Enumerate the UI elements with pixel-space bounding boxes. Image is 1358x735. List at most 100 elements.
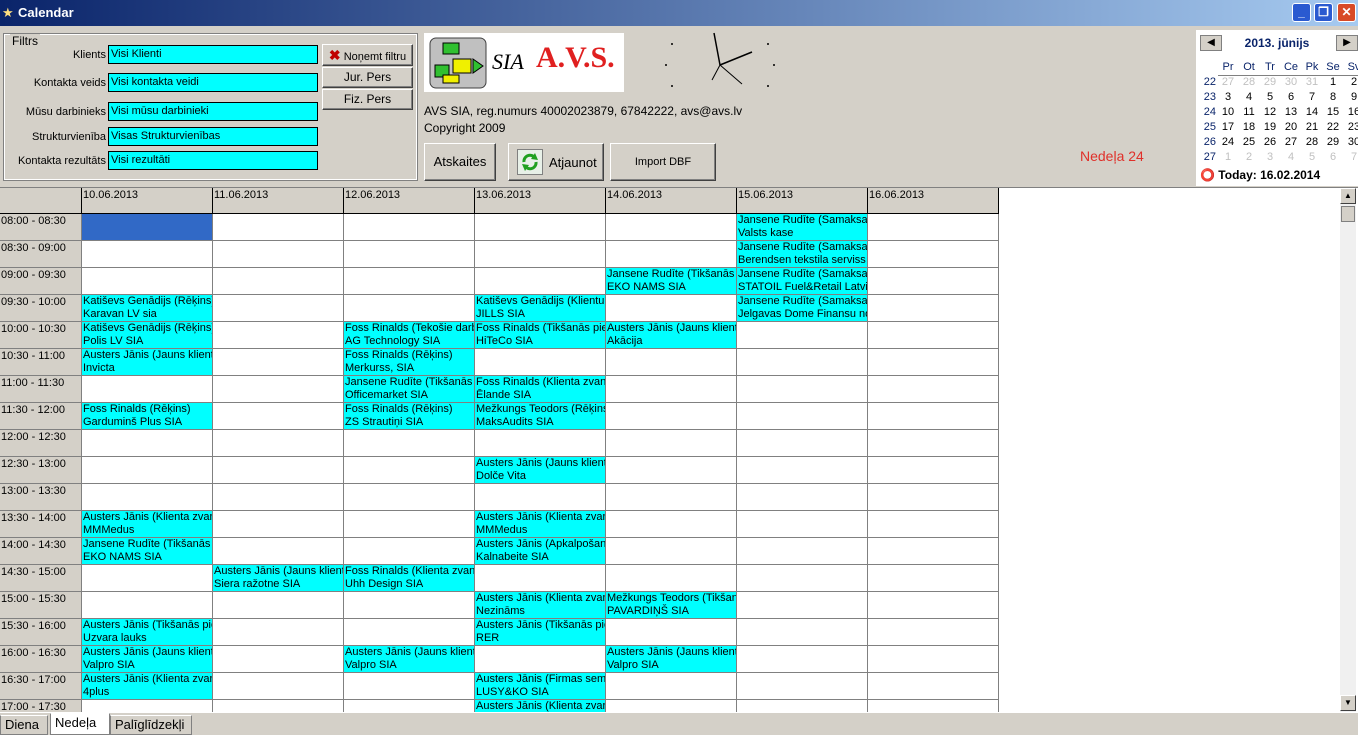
grid-cell[interactable] [606, 430, 737, 457]
day-column-header[interactable]: 10.06.2013 [82, 188, 213, 214]
grid-cell[interactable] [213, 403, 344, 430]
grid-cell[interactable] [737, 457, 868, 484]
grid-cell[interactable] [213, 241, 344, 268]
grid-cell[interactable] [475, 214, 606, 241]
grid-cell[interactable] [475, 484, 606, 511]
calendar-day[interactable]: 1 [1323, 76, 1343, 88]
calendar-day[interactable]: 1 [1218, 151, 1238, 163]
grid-cell[interactable] [344, 700, 475, 712]
grid-cell[interactable] [344, 241, 475, 268]
grid-cell[interactable] [475, 241, 606, 268]
grid-cell[interactable] [82, 700, 213, 712]
grid-cell[interactable] [868, 484, 999, 511]
calendar-event[interactable]: Austers Jānis (Jauns klients Dolče Vita [475, 457, 606, 484]
grid-cell[interactable] [737, 511, 868, 538]
grid-cell[interactable] [213, 619, 344, 646]
calendar-day[interactable]: 9 [1344, 91, 1358, 103]
calendar-event[interactable]: Austers Jānis (Firmas semin LUSY&KO SIA [475, 673, 606, 700]
grid-cell[interactable] [868, 646, 999, 673]
grid-cell[interactable] [737, 700, 868, 712]
grid-cell[interactable] [737, 565, 868, 592]
calendar-day[interactable]: 3 [1260, 151, 1280, 163]
grid-cell[interactable] [737, 376, 868, 403]
calendar-day[interactable]: 4 [1239, 91, 1259, 103]
calendar-day[interactable]: 12 [1260, 106, 1280, 118]
grid-cell[interactable] [344, 538, 475, 565]
calendar-event[interactable]: Jansene Rudīte (Tikšanās p Officemarket S… [344, 376, 475, 403]
reports-button[interactable]: Atskaites [424, 143, 496, 181]
grid-cell[interactable] [606, 376, 737, 403]
calendar-event[interactable]: Foss Rinalds (Tekošie darbi AG Technology… [344, 322, 475, 349]
grid-cell[interactable] [344, 457, 475, 484]
calendar-day[interactable]: 6 [1281, 91, 1301, 103]
calendar-event[interactable]: Jansene Rudīte (Tikšanās p EKO NAMS SIA [606, 268, 737, 295]
grid-cell[interactable] [606, 511, 737, 538]
grid-cell[interactable] [344, 268, 475, 295]
calendar-day[interactable]: 11 [1239, 106, 1259, 118]
grid-cell[interactable] [606, 349, 737, 376]
grid-cell[interactable] [868, 403, 999, 430]
grid-cell[interactable] [606, 619, 737, 646]
grid-cell[interactable] [606, 538, 737, 565]
tab-week[interactable]: Nedeļa [50, 713, 110, 735]
grid-cell[interactable] [737, 403, 868, 430]
grid-cell[interactable] [737, 646, 868, 673]
grid-cell[interactable] [213, 322, 344, 349]
grid-cell[interactable] [868, 376, 999, 403]
tab-tools[interactable]: Palīglīdzekļi [110, 715, 192, 735]
calendar-event[interactable]: Foss Rinalds (Klienta zvans Ēlande SIA [475, 376, 606, 403]
grid-cell[interactable] [868, 349, 999, 376]
grid-cell[interactable] [868, 619, 999, 646]
grid-cell[interactable] [213, 673, 344, 700]
calendar-day[interactable]: 5 [1260, 91, 1280, 103]
calendar-event[interactable]: Mežkungs Teodors (Rēķins MaksAudits SIA [475, 403, 606, 430]
filter-employee-field[interactable]: Visi mūsu darbinieki [108, 102, 318, 121]
grid-cell[interactable] [213, 457, 344, 484]
grid-cell[interactable] [344, 295, 475, 322]
grid-cell[interactable] [475, 349, 606, 376]
grid-cell[interactable] [82, 268, 213, 295]
grid-cell[interactable] [213, 214, 344, 241]
scroll-down-button[interactable]: ▼ [1340, 695, 1356, 711]
grid-cell[interactable] [868, 295, 999, 322]
calendar-event[interactable]: Austers Jānis (Tikšanās pie RER [475, 619, 606, 646]
day-column-header[interactable]: 12.06.2013 [344, 188, 475, 214]
calendar-day[interactable]: 5 [1302, 151, 1322, 163]
grid-cell[interactable] [868, 673, 999, 700]
grid-cell[interactable] [475, 430, 606, 457]
calendar-day[interactable]: 3 [1218, 91, 1238, 103]
grid-cell[interactable] [606, 700, 737, 712]
calendar-day[interactable]: 21 [1302, 121, 1322, 133]
grid-cell[interactable] [606, 295, 737, 322]
grid-cell[interactable] [82, 457, 213, 484]
grid-cell[interactable] [868, 511, 999, 538]
grid-cell[interactable] [737, 430, 868, 457]
grid-cell[interactable] [82, 241, 213, 268]
minimize-button[interactable]: _ [1292, 3, 1311, 22]
calendar-event[interactable]: Mežkungs Teodors (Tikšan PAVARDIŅŠ SIA [606, 592, 737, 619]
calendar-day[interactable]: 19 [1260, 121, 1280, 133]
calendar-day[interactable]: 29 [1260, 76, 1280, 88]
calendar-day[interactable]: 30 [1281, 76, 1301, 88]
calendar-day[interactable]: 15 [1323, 106, 1343, 118]
calendar-day[interactable]: 8 [1323, 91, 1343, 103]
grid-cell[interactable] [82, 565, 213, 592]
calendar-day[interactable]: 22 [1323, 121, 1343, 133]
grid-cell[interactable] [213, 538, 344, 565]
grid-cell[interactable] [606, 484, 737, 511]
calendar-event[interactable]: Austers Jānis (Jauns klients Invicta [82, 349, 213, 376]
calendar-day[interactable]: 10 [1218, 106, 1238, 118]
calendar-day[interactable]: 2 [1239, 151, 1259, 163]
calendar-event[interactable]: Foss Rinalds (Rēķins) ZS Strautiņi SIA [344, 403, 475, 430]
grid-cell[interactable] [344, 484, 475, 511]
grid-cell[interactable] [213, 349, 344, 376]
calendar-event[interactable]: Austers Jānis (Apkalpošana Kalnabeite SIA [475, 538, 606, 565]
vertical-scrollbar[interactable]: ▲ ▼ [1340, 188, 1356, 712]
calendar-event[interactable]: Austers Jānis (Klienta zvans Nezināms [475, 592, 606, 619]
grid-cell[interactable] [737, 538, 868, 565]
jur-pers-button[interactable]: Jur. Pers [322, 67, 413, 88]
grid-cell[interactable] [344, 592, 475, 619]
calendar-event[interactable]: Austers Jānis (Klienta zvans [475, 700, 606, 712]
grid-cell[interactable] [606, 214, 737, 241]
calendar-event[interactable]: Jansene Rudīte (Tikšanās p EKO NAMS SIA [82, 538, 213, 565]
